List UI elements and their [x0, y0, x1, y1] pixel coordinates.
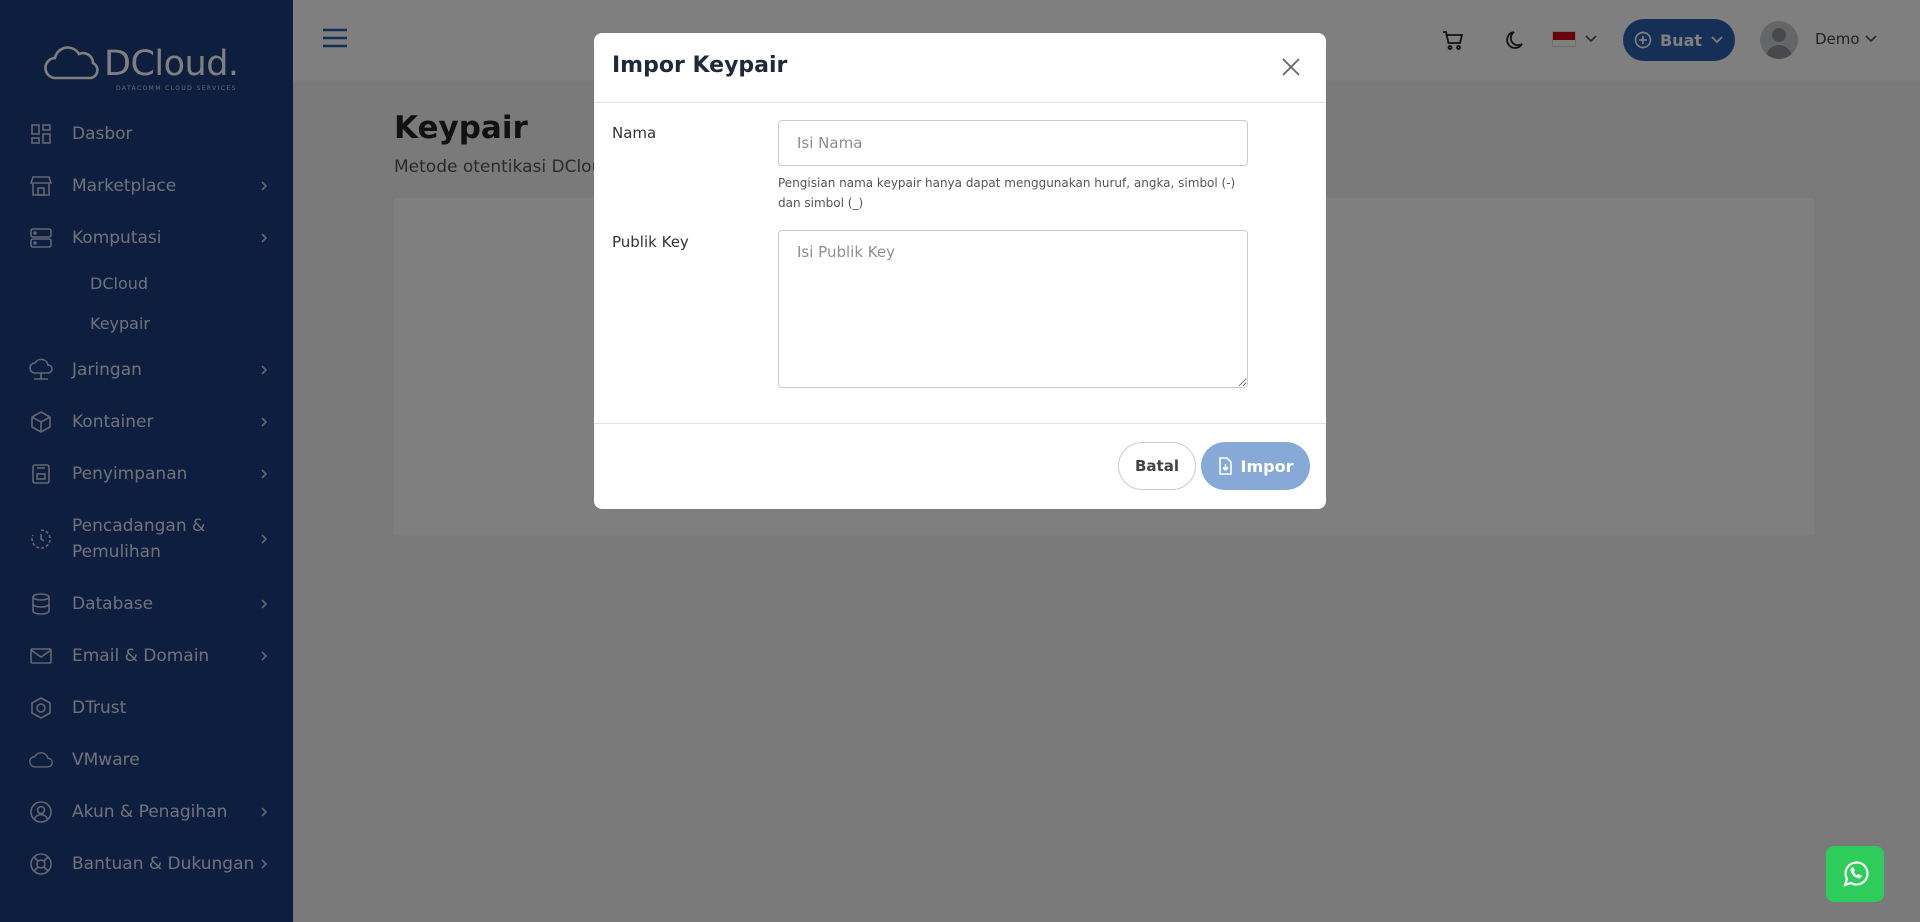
- import-button-label: Impor: [1240, 456, 1294, 476]
- name-hint: Pengisian nama keypair hanya dapat mengg…: [778, 176, 1236, 210]
- import-keypair-modal: Impor Keypair Nama Pengisian nama keypai…: [594, 33, 1326, 509]
- whatsapp-button[interactable]: [1826, 846, 1884, 902]
- whatsapp-icon: [1843, 861, 1869, 887]
- modal-title: Impor Keypair: [612, 53, 788, 78]
- close-icon[interactable]: [1280, 56, 1302, 78]
- modal-footer: Batal Impor: [594, 423, 1326, 509]
- name-input[interactable]: [778, 120, 1248, 166]
- name-label: Nama: [612, 124, 657, 142]
- import-button[interactable]: Impor: [1201, 442, 1310, 490]
- cancel-button[interactable]: Batal: [1118, 442, 1196, 490]
- modal-header: Impor Keypair: [594, 33, 1326, 103]
- public-key-textarea[interactable]: [778, 230, 1248, 388]
- file-import-icon: [1218, 457, 1232, 475]
- public-key-label: Publik Key: [612, 233, 689, 251]
